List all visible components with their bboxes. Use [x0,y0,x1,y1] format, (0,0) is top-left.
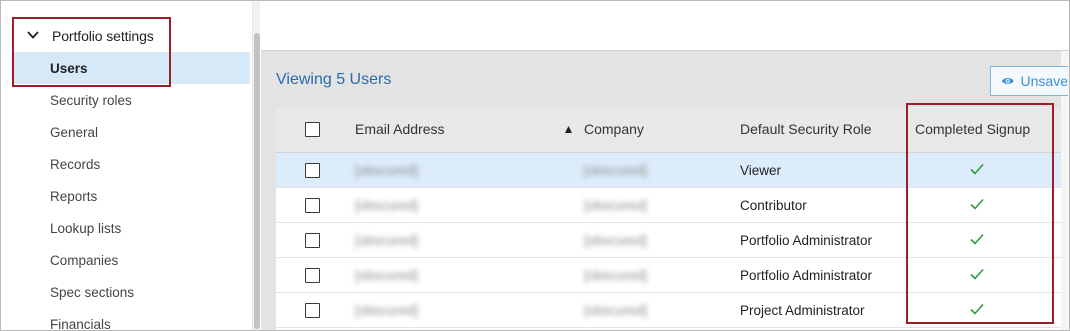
sidebar-item-records[interactable]: Records [14,148,250,180]
checkmark-icon [970,233,984,245]
row-security-role: Portfolio Administrator [740,268,873,283]
sidebar-item-lookup-lists[interactable]: Lookup lists [14,212,250,244]
sidebar-item-security-roles[interactable]: Security roles [14,84,250,116]
sidebar-item-label: Lookup lists [50,220,122,236]
table-row[interactable]: [obscured] [obscured] Contributor [276,188,1061,223]
row-security-role: Viewer [740,163,782,178]
column-header-company[interactable]: Company [584,121,644,137]
table-row[interactable]: [obscured] [obscured] Portfolio Administ… [276,223,1061,258]
row-security-role: Project Administrator [740,303,865,318]
sort-ascending-icon[interactable] [565,126,572,133]
row-email: [obscured] [355,268,419,283]
row-checkbox[interactable] [305,233,320,248]
column-header-security-role[interactable]: Default Security Role [740,121,872,137]
checkmark-icon [970,268,984,280]
row-checkbox[interactable] [305,303,320,318]
column-header-email[interactable]: Email Address [355,121,444,137]
sidebar-item-label: Companies [50,252,119,268]
row-email: [obscured] [355,303,419,318]
sidebar-section-label: Portfolio settings [52,28,154,44]
unsaved-view-label: Unsave [1020,73,1068,89]
users-table: Email Address Company Default Security R… [276,107,1061,330]
sidebar-item-label: Reports [50,188,98,204]
viewing-count-label: Viewing 5 Users [276,71,392,88]
sidebar-item-general[interactable]: General [14,116,250,148]
table-header: Email Address Company Default Security R… [276,107,1061,153]
settings-sidebar: Portfolio settings Users Security roles … [1,1,252,330]
sidebar-item-label: General [50,124,99,140]
unsaved-view-button[interactable]: Unsave [990,66,1068,96]
row-company: [obscured] [584,163,648,178]
eye-icon [1001,78,1014,84]
checkmark-icon [970,303,984,315]
checkmark-icon [970,198,984,210]
table-row[interactable]: [obscured] [obscured] Portfolio Administ… [276,258,1061,293]
row-email: [obscured] [355,233,419,248]
row-checkbox[interactable] [305,163,320,178]
row-checkbox[interactable] [305,198,320,213]
sidebar-item-spec-sections[interactable]: Spec sections [14,276,250,308]
sidebar-scrollbar[interactable] [252,1,260,330]
sidebar-scrollbar-thumb[interactable] [254,33,260,329]
column-header-completed-signup[interactable]: Completed Signup [915,121,1030,137]
sidebar-section-portfolio-settings[interactable]: Portfolio settings [1,21,252,53]
row-email: [obscured] [355,163,419,178]
sidebar-item-label: Spec sections [50,284,135,300]
select-all-checkbox[interactable] [305,122,320,137]
row-security-role: Portfolio Administrator [740,233,873,248]
sidebar-item-users[interactable]: Users [14,52,250,84]
sidebar-item-companies[interactable]: Companies [14,244,250,276]
row-checkbox[interactable] [305,268,320,283]
chevron-down-icon[interactable] [26,28,40,42]
row-email: [obscured] [355,198,419,213]
sidebar-item-label: Financials [50,316,111,331]
row-security-role: Contributor [740,198,807,213]
row-company: [obscured] [584,268,648,283]
main-header-area [261,1,1069,51]
main-panel: Viewing 5 Users Unsave Email Address Com… [261,1,1069,330]
table-row[interactable]: [obscured] [obscured] Viewer [276,153,1061,188]
checkmark-icon [970,163,984,175]
sidebar-item-label: Records [50,156,101,172]
sidebar-item-reports[interactable]: Reports [14,180,250,212]
sidebar-item-label: Users [50,60,88,76]
row-company: [obscured] [584,303,648,318]
row-company: [obscured] [584,233,648,248]
row-company: [obscured] [584,198,648,213]
sidebar-item-label: Security roles [50,92,132,108]
sidebar-item-financials[interactable]: Financials [14,308,250,331]
table-row[interactable]: [obscured] [obscured] Project Administra… [276,293,1061,328]
